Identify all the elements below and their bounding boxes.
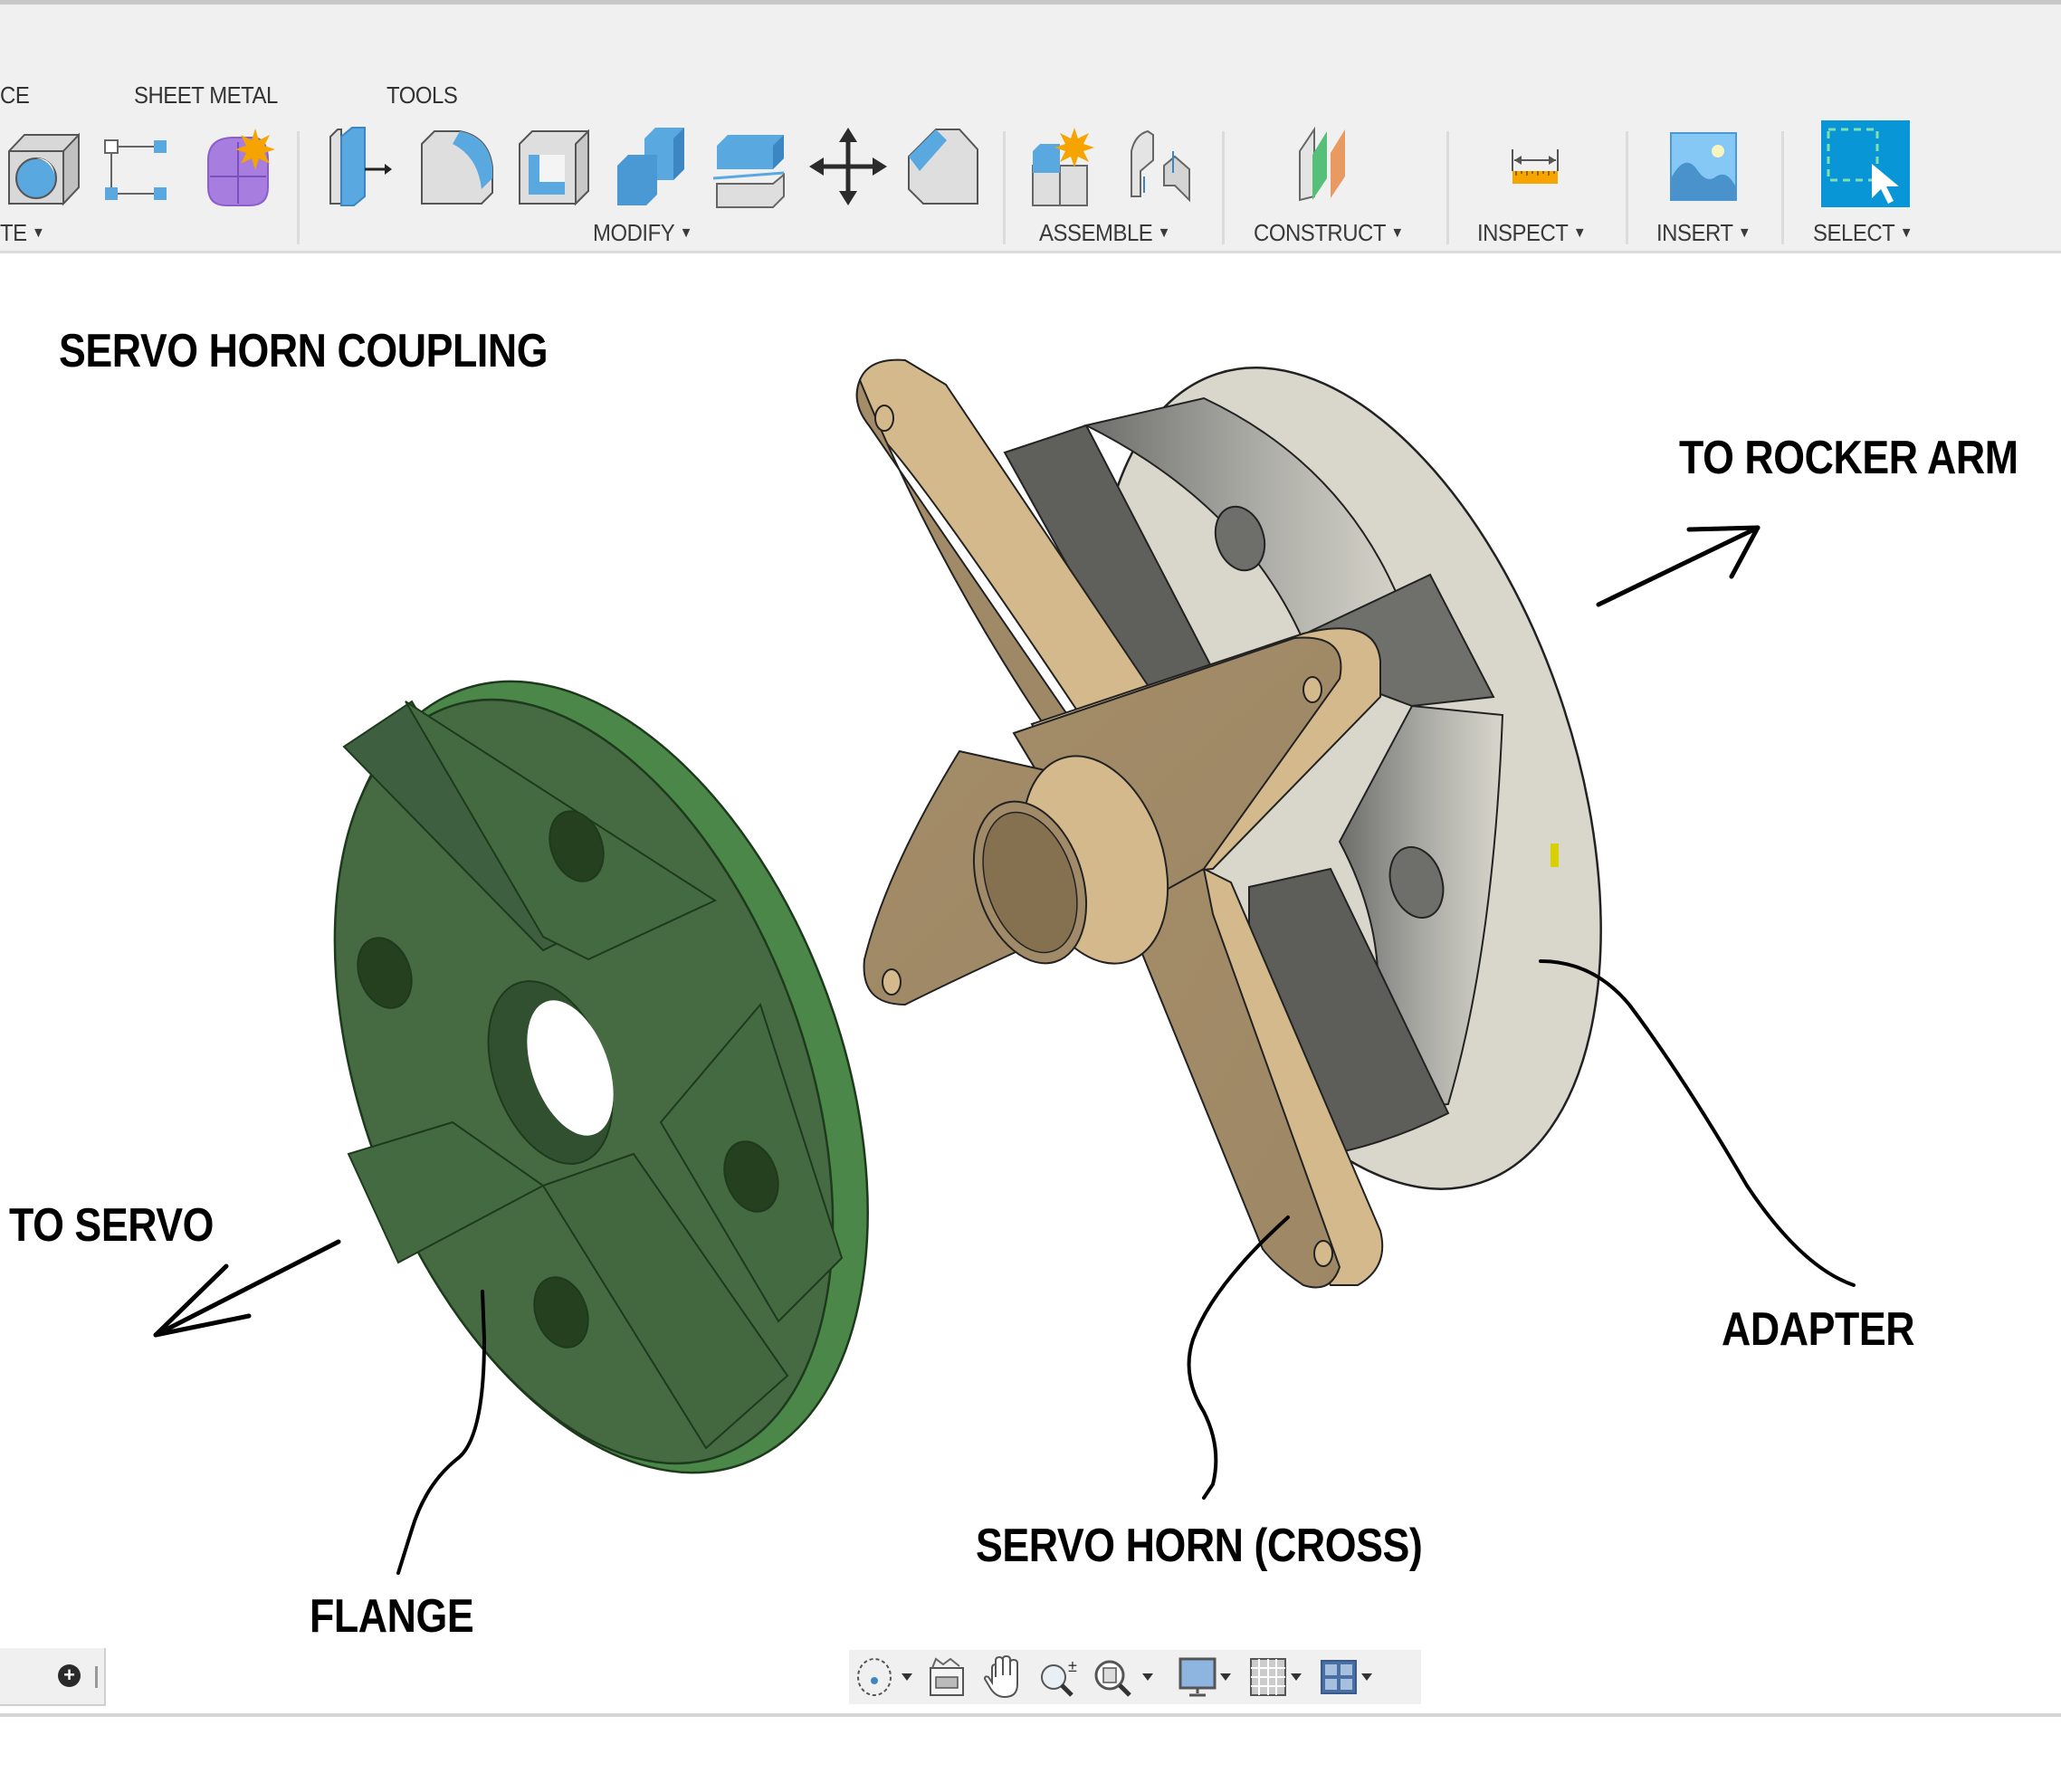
canvas-viewport[interactable]: SERVO HORN COUPLING TO ROCKER ARM TO SER…	[0, 253, 2061, 1715]
bottom-border	[0, 1713, 2061, 1717]
svg-text:±: ±	[1068, 1657, 1077, 1675]
grid-icon[interactable]	[1247, 1655, 1311, 1699]
new-component-icon[interactable]	[1027, 124, 1109, 210]
comments-panel: +	[0, 1648, 106, 1706]
label-flange: FLANGE	[310, 1590, 474, 1643]
display-settings-icon[interactable]	[1177, 1655, 1240, 1699]
pan-icon[interactable]	[979, 1654, 1026, 1699]
tab-sheet-metal[interactable]: SHEET METAL	[134, 81, 278, 110]
select-icon[interactable]	[1821, 120, 1910, 211]
group-inspect[interactable]: INSPECT ▼	[1477, 219, 1587, 247]
flange-part[interactable]	[235, 608, 968, 1546]
toolbar-divider	[297, 131, 300, 244]
fit-icon[interactable]	[1092, 1655, 1164, 1699]
move-icon[interactable]	[807, 124, 889, 210]
group-insert[interactable]: INSERT ▼	[1656, 219, 1751, 247]
press-pull-icon[interactable]	[321, 124, 403, 210]
viewports-icon[interactable]	[1318, 1655, 1381, 1699]
look-at-icon[interactable]	[923, 1655, 970, 1699]
fillet-icon[interactable]	[416, 124, 498, 210]
toolbar-divider	[1003, 131, 1006, 244]
measure-icon[interactable]	[1498, 124, 1579, 210]
tab-surface[interactable]: CE	[0, 81, 30, 110]
ribbon-toolbar: CE SHEET METAL TOOLS TE ▼ MODIFY ▼ ASSEM…	[0, 5, 2061, 253]
shell-icon[interactable]	[514, 124, 596, 210]
zoom-icon[interactable]: ±	[1035, 1655, 1084, 1699]
chamfer-icon[interactable]	[903, 124, 985, 210]
add-comment-button[interactable]: +	[58, 1664, 81, 1687]
toolbar-divider	[1626, 131, 1628, 244]
joint-icon[interactable]	[1121, 124, 1202, 210]
servo-arrow	[153, 1239, 341, 1338]
sketch-dimension-icon[interactable]	[100, 124, 181, 210]
navigation-bar: ±	[849, 1650, 1421, 1704]
group-select[interactable]: SELECT ▼	[1813, 219, 1913, 247]
insert-image-icon[interactable]	[1664, 124, 1745, 210]
label-to-servo: TO SERVO	[9, 1199, 215, 1252]
toolbar-divider	[1222, 131, 1225, 244]
orbit-icon[interactable]	[854, 1655, 918, 1699]
combine-icon[interactable]	[612, 124, 693, 210]
rocker-arm-arrow	[1596, 525, 1760, 607]
toolbar-divider	[1446, 131, 1449, 244]
group-construct[interactable]: CONSTRUCT ▼	[1254, 219, 1404, 247]
panel-grip-handle[interactable]	[95, 1666, 98, 1688]
group-create[interactable]: TE ▼	[0, 219, 45, 247]
yellow-marker	[1551, 844, 1559, 867]
create-form-icon[interactable]	[197, 124, 279, 210]
group-assemble[interactable]: ASSEMBLE ▼	[1039, 219, 1170, 247]
label-to-rocker-arm: TO ROCKER ARM	[1679, 432, 2018, 484]
model-title: SERVO HORN COUPLING	[59, 325, 549, 377]
offset-face-icon[interactable]	[711, 124, 793, 210]
toolbar-divider	[1781, 131, 1784, 244]
label-servo-horn: SERVO HORN (CROSS)	[976, 1520, 1423, 1572]
hole-icon[interactable]	[2, 124, 83, 210]
group-modify[interactable]: MODIFY ▼	[593, 219, 692, 247]
label-adapter: ADAPTER	[1722, 1303, 1915, 1356]
tab-tools[interactable]: TOOLS	[386, 81, 458, 110]
offset-plane-icon[interactable]	[1294, 124, 1376, 210]
